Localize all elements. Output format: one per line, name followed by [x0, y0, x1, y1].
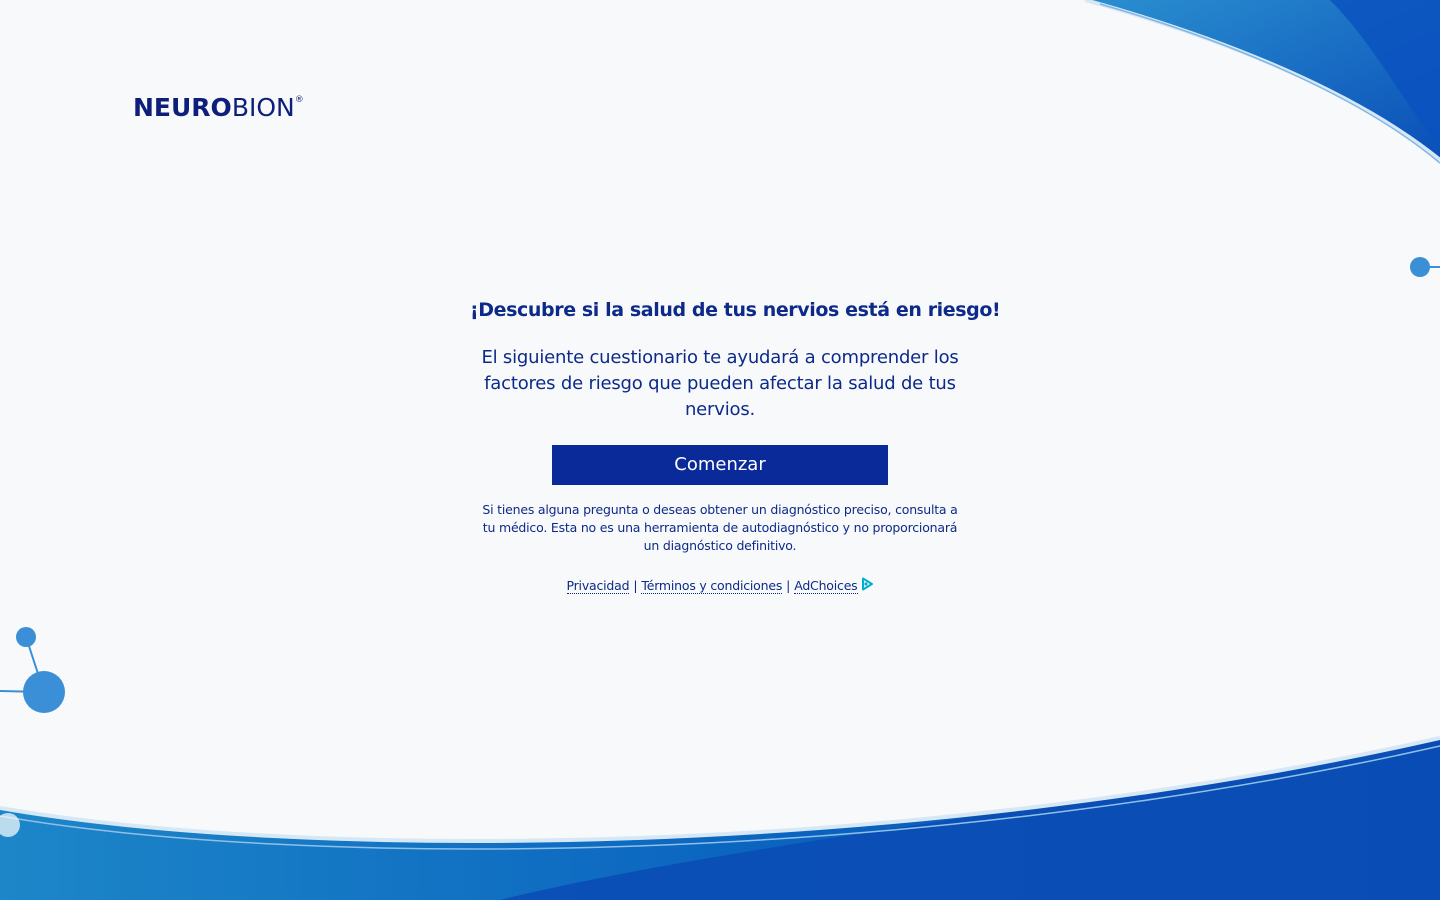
molecule-right-icon — [1410, 257, 1440, 277]
start-button[interactable]: Comenzar — [552, 445, 888, 485]
logo-registered-mark: ® — [294, 95, 304, 105]
terms-link[interactable]: Términos y condiciones — [641, 578, 782, 594]
page-headline: ¡Descubre si la salud de tus nervios est… — [470, 299, 1001, 321]
privacy-link[interactable]: Privacidad — [566, 578, 630, 594]
logo-bold-text: NEURO — [133, 93, 232, 122]
disclaimer-text: Si tienes alguna pregunta o deseas obten… — [482, 502, 958, 553]
intro-panel: ¡Descubre si la salud de tus nervios est… — [470, 297, 1001, 594]
top-right-wave — [1084, 0, 1440, 164]
bottom-wave — [0, 736, 1440, 900]
footer-links: Privacidad | Términos y condiciones | AdChoi… — [470, 577, 970, 594]
molecule-left-icon — [0, 627, 65, 713]
logo-light-text: BION — [231, 93, 295, 122]
landing-page: NEUROBION® ¡Descubre si la salud de tus … — [0, 0, 1440, 900]
neurobion-logo[interactable]: NEUROBION® — [133, 93, 304, 122]
adchoices-icon[interactable] — [860, 577, 874, 594]
footer-separator: | — [786, 578, 791, 593]
adchoices-link[interactable]: AdChoices — [794, 578, 858, 594]
intro-text: El siguiente cuestionario te ayudará a c… — [481, 347, 959, 420]
footer-separator: | — [633, 578, 638, 593]
